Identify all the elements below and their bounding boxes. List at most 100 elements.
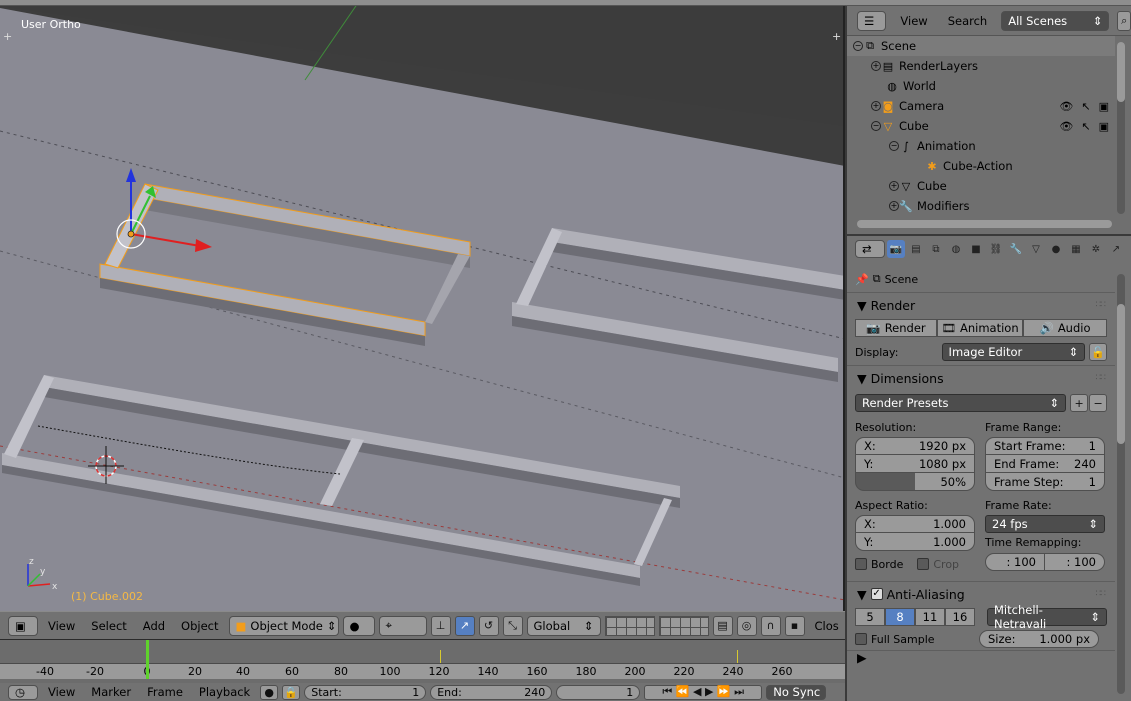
- tl-frame-menu[interactable]: Frame: [141, 685, 189, 700]
- timeline-area[interactable]: -40 -20 0 20 40 60 80 100 120 140 160 18…: [0, 639, 845, 683]
- add-preset-icon[interactable]: +: [1070, 394, 1089, 412]
- sync-select[interactable]: No Sync: [766, 684, 827, 700]
- tree-item-cube-mesh[interactable]: + ▽ Cube: [847, 176, 1115, 196]
- data-tab-icon[interactable]: ▽: [1027, 240, 1045, 258]
- start-frame-field[interactable]: Start: 1: [304, 684, 427, 700]
- display-select[interactable]: Image Editor ⇕: [941, 343, 1086, 361]
- tl-marker-menu[interactable]: Marker: [85, 685, 137, 700]
- drag-grip-icon[interactable]: ∷∷: [1096, 589, 1107, 599]
- texture-tab-icon[interactable]: ▦: [1067, 240, 1085, 258]
- resolution-percentage-slider[interactable]: 50%: [855, 473, 975, 491]
- tree-item-cube[interactable]: − ▽ Cube 👁 ↖ ▣: [847, 116, 1115, 136]
- cursor-select-icon[interactable]: ↖: [1081, 100, 1090, 113]
- remap-new-field[interactable]: : 100: [1045, 553, 1105, 571]
- resolution-x-field[interactable]: X: 1920 px: [855, 437, 975, 455]
- tl-playback-menu[interactable]: Playback: [193, 685, 256, 700]
- properties-editor-type-icon[interactable]: ⇄: [855, 240, 885, 258]
- renderlayers-tab-icon[interactable]: ▤: [907, 240, 925, 258]
- lock-icon[interactable]: 🔒: [282, 684, 301, 700]
- snap-magnet-icon[interactable]: ∩: [760, 615, 781, 636]
- snap-target-icon[interactable]: ▪: [784, 615, 805, 636]
- keyframe-marker[interactable]: [737, 650, 738, 663]
- end-frame-field[interactable]: End Frame: 240: [985, 455, 1105, 473]
- scrollbar-thumb[interactable]: [1117, 304, 1125, 444]
- animation-button[interactable]: 🎞 Animation: [937, 319, 1023, 337]
- dimensions-panel-header[interactable]: ▼ Dimensions ∷∷: [847, 366, 1115, 390]
- tree-item-renderlayers[interactable]: + ▤ RenderLayers: [847, 56, 1115, 76]
- sampled-motion-blur-header[interactable]: ▶: [847, 650, 1115, 664]
- frame-rate-select[interactable]: 24 fps ⇕: [985, 515, 1105, 533]
- eye-icon[interactable]: 👁: [1059, 120, 1073, 133]
- render-panel-header[interactable]: ▼ Render ∷∷: [847, 293, 1115, 317]
- viewport-scene[interactable]: z x y: [0, 6, 845, 611]
- end-frame-field[interactable]: End: 240: [430, 684, 553, 700]
- translate-manipulator-icon[interactable]: ↗: [454, 615, 475, 636]
- crop-checkbox[interactable]: [917, 558, 930, 570]
- aspect-y-field[interactable]: Y: 1.000: [855, 533, 975, 551]
- search-icon[interactable]: ⌕: [1117, 10, 1131, 31]
- aa-sample-16[interactable]: 16: [945, 608, 975, 626]
- camera-render-icon[interactable]: ▣: [1099, 100, 1109, 113]
- layer-block-2[interactable]: [658, 615, 709, 636]
- tree-item-camera[interactable]: + ◙ Camera 👁 ↖ ▣: [847, 96, 1115, 116]
- resolution-y-field[interactable]: Y: 1080 px: [855, 455, 975, 473]
- current-frame-field[interactable]: 1: [556, 684, 641, 700]
- render-tab-icon[interactable]: 📷: [887, 240, 905, 258]
- constraints-tab-icon[interactable]: ⛓: [987, 240, 1005, 258]
- collapse-icon[interactable]: −: [889, 141, 899, 151]
- cursor-select-icon[interactable]: ↖: [1081, 120, 1090, 133]
- start-frame-field[interactable]: Start Frame: 1: [985, 437, 1105, 455]
- expand-icon[interactable]: +: [871, 61, 881, 71]
- properties-plus-icon[interactable]: +: [832, 30, 841, 43]
- outliner-search-menu[interactable]: Search: [942, 11, 994, 31]
- camera-render-icon[interactable]: ▣: [1099, 120, 1109, 133]
- close-truncated-label[interactable]: Clos: [809, 616, 845, 636]
- aspect-x-field[interactable]: X: 1.000: [855, 515, 975, 533]
- tl-view-menu[interactable]: View: [42, 685, 81, 700]
- expand-icon[interactable]: +: [871, 101, 881, 111]
- scene-tab-icon[interactable]: ⧉: [927, 240, 945, 258]
- toolshelf-plus-icon[interactable]: +: [3, 30, 12, 43]
- scale-manipulator-icon[interactable]: ⤡: [502, 615, 523, 636]
- remove-preset-icon[interactable]: −: [1089, 394, 1108, 412]
- lock-interface-icon[interactable]: 🔓: [1089, 343, 1107, 361]
- aa-sample-11[interactable]: 11: [915, 608, 945, 626]
- select-menu[interactable]: Select: [85, 616, 132, 636]
- scrollbar-thumb[interactable]: [1117, 42, 1125, 102]
- pin-icon[interactable]: 📌: [855, 273, 869, 286]
- aa-filter-select[interactable]: Mitchell-Netravali ⇕: [987, 603, 1107, 631]
- current-frame-playhead[interactable]: [146, 640, 149, 679]
- timeline-editor-type-icon[interactable]: ◷: [8, 684, 38, 700]
- aa-sample-5[interactable]: 5: [855, 608, 885, 626]
- tree-item-scene[interactable]: − ⧉ Scene: [847, 36, 1115, 56]
- physics-tab-icon[interactable]: ↗: [1107, 240, 1125, 258]
- expand-icon[interactable]: +: [889, 181, 899, 191]
- layers-grid[interactable]: [604, 615, 709, 636]
- playback-controls[interactable]: ⏮ ⏪ ◀ ▶ ⏩ ⏭: [644, 684, 763, 700]
- world-tab-icon[interactable]: ◍: [947, 240, 965, 258]
- editor-type-icon[interactable]: ▣: [8, 615, 38, 636]
- expand-icon[interactable]: +: [889, 201, 899, 211]
- remap-old-field[interactable]: : 100: [985, 553, 1045, 571]
- drag-grip-icon[interactable]: ∷∷: [1096, 300, 1107, 310]
- particles-tab-icon[interactable]: ✲: [1087, 240, 1105, 258]
- render-button[interactable]: 📷 Render: [855, 319, 937, 337]
- eye-icon[interactable]: 👁: [1059, 100, 1073, 113]
- layer-block-1[interactable]: [604, 615, 655, 636]
- audio-button[interactable]: 🔊 Audio: [1023, 319, 1107, 337]
- rotate-manipulator-icon[interactable]: ↺: [478, 615, 499, 636]
- outliner-hscrollbar[interactable]: [857, 220, 1112, 228]
- modifiers-tab-icon[interactable]: 🔧: [1007, 240, 1025, 258]
- render-presets-select[interactable]: Render Presets ⇕: [855, 394, 1067, 412]
- keyframe-marker[interactable]: [440, 650, 441, 663]
- tree-item-cube-action[interactable]: ✱ Cube-Action: [847, 156, 1115, 176]
- add-menu[interactable]: Add: [137, 616, 171, 636]
- object-tab-icon[interactable]: ■: [967, 240, 985, 258]
- frame-step-field[interactable]: Frame Step: 1: [985, 473, 1105, 491]
- shading-select[interactable]: ●: [342, 615, 375, 636]
- 3d-viewport[interactable]: z x y User Ortho (1) Cube.002 + +: [0, 6, 845, 611]
- tree-item-animation[interactable]: − ∫ Animation: [847, 136, 1115, 156]
- drag-grip-icon[interactable]: ∷∷: [1096, 373, 1107, 383]
- outliner-editor-type-icon[interactable]: ☰: [857, 10, 887, 31]
- material-tab-icon[interactable]: ●: [1047, 240, 1065, 258]
